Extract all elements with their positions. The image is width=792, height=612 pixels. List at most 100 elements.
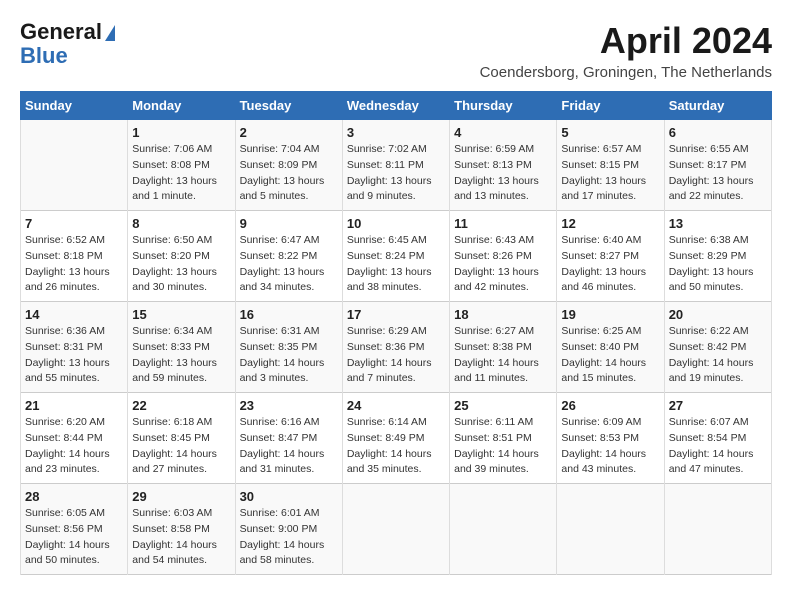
day-number: 17 xyxy=(347,307,445,322)
day-info: Sunrise: 6:14 AMSunset: 8:49 PMDaylight:… xyxy=(347,415,445,478)
day-info: Sunrise: 6:09 AMSunset: 8:53 PMDaylight:… xyxy=(561,415,659,478)
day-number: 30 xyxy=(240,489,338,504)
calendar-cell: 9Sunrise: 6:47 AMSunset: 8:22 PMDaylight… xyxy=(235,211,342,302)
day-number: 3 xyxy=(347,125,445,140)
calendar-cell xyxy=(342,484,449,575)
day-number: 8 xyxy=(132,216,230,231)
location: Coendersborg, Groningen, The Netherlands xyxy=(480,64,772,81)
day-number: 20 xyxy=(669,307,767,322)
header-thursday: Thursday xyxy=(450,92,557,120)
day-info: Sunrise: 6:11 AMSunset: 8:51 PMDaylight:… xyxy=(454,415,552,478)
calendar-cell: 25 Sunrise: 6:11 AMSunset: 8:51 PMDayligh… xyxy=(450,393,557,484)
day-info: Sunrise: 6:16 AMSunset: 8:47 PMDaylight:… xyxy=(240,415,338,478)
day-number: 16 xyxy=(240,307,338,322)
calendar-cell: 29 Sunrise: 6:03 AMSunset: 8:58 PMDayligh… xyxy=(128,484,235,575)
calendar-cell: 1 Sunrise: 7:06 AMSunset: 8:08 PMDaylight… xyxy=(128,120,235,211)
calendar-cell: 21 Sunrise: 6:20 AMSunset: 8:44 PMDayligh… xyxy=(21,393,128,484)
day-number: 24 xyxy=(347,398,445,413)
calendar-cell: 2Sunrise: 7:04 AMSunset: 8:09 PMDaylight… xyxy=(235,120,342,211)
day-info: Sunrise: 6:20 AMSunset: 8:44 PMDaylight:… xyxy=(25,415,123,478)
calendar-cell xyxy=(557,484,664,575)
day-number: 9 xyxy=(240,216,338,231)
day-info: Sunrise: 6:31 AMSunset: 8:35 PMDaylight:… xyxy=(240,324,338,387)
calendar-cell: 5Sunrise: 6:57 AMSunset: 8:15 PMDaylight… xyxy=(557,120,664,211)
day-number: 4 xyxy=(454,125,552,140)
day-info: Sunrise: 7:02 AMSunset: 8:11 PMDaylight:… xyxy=(347,142,445,205)
day-number: 11 xyxy=(454,216,552,231)
day-info: Sunrise: 6:52 AMSunset: 8:18 PMDaylight:… xyxy=(25,233,123,296)
header-sunday: Sunday xyxy=(21,92,128,120)
day-info: Sunrise: 6:27 AMSunset: 8:38 PMDaylight:… xyxy=(454,324,552,387)
day-info: Sunrise: 6:50 AMSunset: 8:20 PMDaylight:… xyxy=(132,233,230,296)
day-number: 26 xyxy=(561,398,659,413)
day-info: Sunrise: 6:59 AMSunset: 8:13 PMDaylight:… xyxy=(454,142,552,205)
calendar-cell xyxy=(21,120,128,211)
calendar-cell: 4 Sunrise: 6:59 AMSunset: 8:13 PMDaylight… xyxy=(450,120,557,211)
calendar-cell: 16 Sunrise: 6:31 AMSunset: 8:35 PMDayligh… xyxy=(235,302,342,393)
day-number: 14 xyxy=(25,307,123,322)
day-info: Sunrise: 6:34 AMSunset: 8:33 PMDaylight:… xyxy=(132,324,230,387)
day-number: 29 xyxy=(132,489,230,504)
calendar-cell: 8 Sunrise: 6:50 AMSunset: 8:20 PMDaylight… xyxy=(128,211,235,302)
day-info: Sunrise: 6:25 AMSunset: 8:40 PMDaylight:… xyxy=(561,324,659,387)
week-row-2: 7 Sunrise: 6:52 AMSunset: 8:18 PMDaylight… xyxy=(21,211,772,302)
day-number: 1 xyxy=(132,125,230,140)
calendar-cell: 18Sunrise: 6:27 AMSunset: 8:38 PMDayligh… xyxy=(450,302,557,393)
calendar-cell: 17 Sunrise: 6:29 AMSunset: 8:36 PMDayligh… xyxy=(342,302,449,393)
logo: General Blue xyxy=(20,20,115,68)
header-wednesday: Wednesday xyxy=(342,92,449,120)
title-block: April 2024 Coendersborg, Groningen, The … xyxy=(480,20,772,81)
day-info: Sunrise: 6:55 AMSunset: 8:17 PMDaylight:… xyxy=(669,142,767,205)
day-number: 23 xyxy=(240,398,338,413)
calendar-cell: 3 Sunrise: 7:02 AMSunset: 8:11 PMDaylight… xyxy=(342,120,449,211)
day-info: Sunrise: 6:36 AMSunset: 8:31 PMDaylight:… xyxy=(25,324,123,387)
calendar-cell: 28Sunrise: 6:05 AMSunset: 8:56 PMDayligh… xyxy=(21,484,128,575)
day-info: Sunrise: 6:40 AMSunset: 8:27 PMDaylight:… xyxy=(561,233,659,296)
header-monday: Monday xyxy=(128,92,235,120)
week-row-1: 1 Sunrise: 7:06 AMSunset: 8:08 PMDaylight… xyxy=(21,120,772,211)
calendar-cell: 12Sunrise: 6:40 AMSunset: 8:27 PMDayligh… xyxy=(557,211,664,302)
calendar-table: SundayMondayTuesdayWednesdayThursdayFrid… xyxy=(20,91,772,575)
header-tuesday: Tuesday xyxy=(235,92,342,120)
day-info: Sunrise: 6:29 AMSunset: 8:36 PMDaylight:… xyxy=(347,324,445,387)
calendar-header-row: SundayMondayTuesdayWednesdayThursdayFrid… xyxy=(21,92,772,120)
month-title: April 2024 xyxy=(480,20,772,62)
day-info: Sunrise: 6:05 AMSunset: 8:56 PMDaylight:… xyxy=(25,506,123,569)
calendar-cell: 23 Sunrise: 6:16 AMSunset: 8:47 PMDayligh… xyxy=(235,393,342,484)
day-number: 15 xyxy=(132,307,230,322)
logo-blue: Blue xyxy=(20,44,68,68)
day-number: 13 xyxy=(669,216,767,231)
day-info: Sunrise: 6:43 AMSunset: 8:26 PMDaylight:… xyxy=(454,233,552,296)
day-number: 2 xyxy=(240,125,338,140)
calendar-cell: 15 Sunrise: 6:34 AMSunset: 8:33 PMDayligh… xyxy=(128,302,235,393)
calendar-cell: 19 Sunrise: 6:25 AMSunset: 8:40 PMDayligh… xyxy=(557,302,664,393)
logo-general: General xyxy=(20,20,115,44)
day-number: 27 xyxy=(669,398,767,413)
day-info: Sunrise: 7:06 AMSunset: 8:08 PMDaylight:… xyxy=(132,142,230,205)
day-info: Sunrise: 6:03 AMSunset: 8:58 PMDaylight:… xyxy=(132,506,230,569)
week-row-4: 21 Sunrise: 6:20 AMSunset: 8:44 PMDayligh… xyxy=(21,393,772,484)
calendar-cell xyxy=(450,484,557,575)
day-number: 21 xyxy=(25,398,123,413)
day-info: Sunrise: 6:38 AMSunset: 8:29 PMDaylight:… xyxy=(669,233,767,296)
day-info: Sunrise: 6:18 AMSunset: 8:45 PMDaylight:… xyxy=(132,415,230,478)
day-number: 19 xyxy=(561,307,659,322)
calendar-cell: 27Sunrise: 6:07 AMSunset: 8:54 PMDayligh… xyxy=(664,393,771,484)
day-number: 6 xyxy=(669,125,767,140)
day-number: 7 xyxy=(25,216,123,231)
week-row-5: 28Sunrise: 6:05 AMSunset: 8:56 PMDayligh… xyxy=(21,484,772,575)
calendar-cell: 14 Sunrise: 6:36 AMSunset: 8:31 PMDayligh… xyxy=(21,302,128,393)
calendar-cell: 13 Sunrise: 6:38 AMSunset: 8:29 PMDayligh… xyxy=(664,211,771,302)
header-saturday: Saturday xyxy=(664,92,771,120)
calendar-cell: 7 Sunrise: 6:52 AMSunset: 8:18 PMDaylight… xyxy=(21,211,128,302)
calendar-cell xyxy=(664,484,771,575)
day-number: 5 xyxy=(561,125,659,140)
week-row-3: 14 Sunrise: 6:36 AMSunset: 8:31 PMDayligh… xyxy=(21,302,772,393)
calendar-cell: 22 Sunrise: 6:18 AMSunset: 8:45 PMDayligh… xyxy=(128,393,235,484)
calendar-cell: 6 Sunrise: 6:55 AMSunset: 8:17 PMDaylight… xyxy=(664,120,771,211)
calendar-cell: 20Sunrise: 6:22 AMSunset: 8:42 PMDayligh… xyxy=(664,302,771,393)
day-number: 22 xyxy=(132,398,230,413)
page-header: General Blue April 2024 Coendersborg, Gr… xyxy=(20,20,772,81)
calendar-cell: 24 Sunrise: 6:14 AMSunset: 8:49 PMDayligh… xyxy=(342,393,449,484)
day-number: 25 xyxy=(454,398,552,413)
